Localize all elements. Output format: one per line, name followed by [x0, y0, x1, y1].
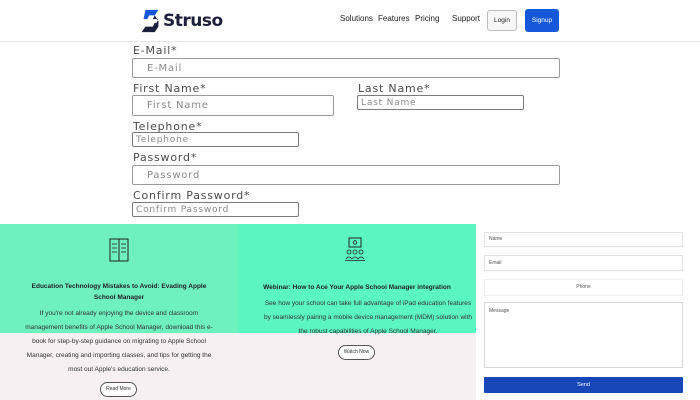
read-more-button[interactable]: Read More — [100, 382, 137, 397]
first-name-field[interactable]: First Name — [132, 95, 334, 116]
confirm-password-label: Confirm Password* — [133, 189, 251, 202]
email-label: E-Mail* — [133, 44, 178, 57]
nav-support[interactable]: Support — [452, 14, 480, 23]
card-ebook-description: If you're not already enjoying the devic… — [25, 310, 213, 373]
first-name-label: First Name* — [133, 82, 207, 95]
contact-name-field[interactable]: Name — [484, 232, 683, 247]
card-webinar-description: See how your school can take full advant… — [263, 300, 473, 335]
signup-button[interactable]: Signup — [525, 9, 559, 32]
last-name-label: Last Name* — [358, 82, 431, 95]
email-field[interactable]: E-Mail — [132, 58, 560, 78]
logo-text: Struso — [163, 11, 223, 31]
contact-email-field[interactable]: Email — [484, 255, 683, 271]
password-field[interactable]: Password — [132, 165, 560, 185]
watch-now-button[interactable]: Watch Now — [338, 345, 375, 360]
login-button[interactable]: Login — [487, 10, 517, 31]
card-ebook-title: Education Technology Mistakes to Avoid: … — [31, 283, 207, 301]
site-header: Struso Solutions Features Pricing Suppor… — [0, 0, 700, 42]
confirm-password-field[interactable]: Confirm Password — [132, 202, 299, 217]
send-button[interactable]: Send — [484, 377, 683, 393]
contact-phone-field[interactable]: Phone — [484, 279, 683, 296]
logo-icon — [141, 9, 159, 33]
contact-message-field[interactable]: Message — [484, 302, 683, 368]
nav-solutions[interactable]: Solutions — [340, 14, 373, 23]
nav-pricing[interactable]: Pricing — [415, 14, 439, 23]
telephone-field[interactable]: Telephone — [132, 132, 299, 147]
presentation-icon — [345, 237, 365, 261]
book-icon — [109, 238, 129, 262]
logo[interactable]: Struso — [141, 7, 223, 35]
nav-features[interactable]: Features — [378, 14, 410, 23]
last-name-field[interactable]: Last Name — [357, 95, 524, 110]
password-label: Password* — [133, 151, 198, 164]
card-webinar-title: Webinar: How to Ace Your Apple School Ma… — [263, 284, 451, 291]
